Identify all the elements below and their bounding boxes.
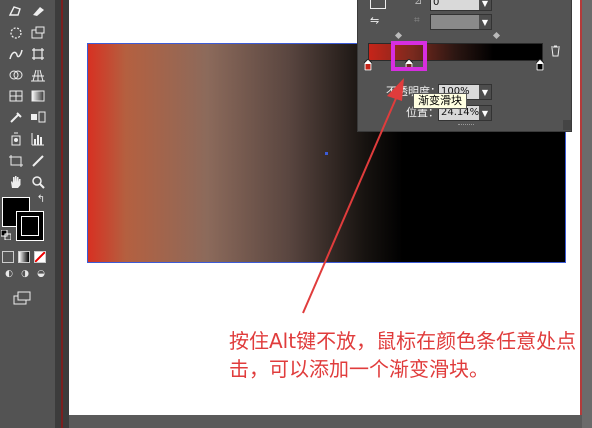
gradient-stop-red[interactable] bbox=[364, 59, 372, 71]
annotation-text: 按住Alt键不放，鼠标在颜色条任意处点击，可以添加一个渐变滑块。 bbox=[229, 329, 577, 381]
ellipse-tool-icon[interactable] bbox=[6, 24, 26, 42]
warp-tool-icon[interactable] bbox=[6, 45, 26, 63]
zoom-tool-icon[interactable] bbox=[28, 173, 48, 191]
default-colors-icon[interactable] bbox=[0, 229, 12, 241]
column-graph-icon[interactable] bbox=[28, 130, 48, 148]
symbol-sprayer-icon[interactable] bbox=[6, 130, 26, 148]
gradient-slider-tooltip: 渐变滑块 bbox=[413, 93, 467, 109]
swap-colors-icon[interactable]: ↰ bbox=[34, 194, 48, 206]
reverse-gradient-icon[interactable]: ⇋ bbox=[370, 14, 379, 27]
eraser-icon[interactable] bbox=[28, 2, 48, 20]
shape-builder-icon[interactable] bbox=[6, 2, 26, 20]
color-mode-button[interactable] bbox=[2, 251, 14, 263]
stroke-color-swatch[interactable] bbox=[16, 211, 44, 241]
rectangle-center-point bbox=[325, 152, 328, 155]
angle-value: 0 bbox=[433, 0, 440, 8]
panel-resize-grip[interactable] bbox=[458, 124, 474, 128]
hand-tool-icon[interactable] bbox=[6, 173, 26, 191]
trash-icon[interactable] bbox=[550, 45, 561, 60]
midpoint-diamond-left[interactable] bbox=[394, 31, 403, 40]
midpoint-diamond-right[interactable] bbox=[492, 31, 501, 40]
shape-builder-tool-icon[interactable] bbox=[6, 66, 26, 84]
tools-panel: ↰ ◐ ◑ ◒ bbox=[0, 0, 55, 428]
eyedropper-icon[interactable] bbox=[6, 108, 26, 126]
blend-tool-icon[interactable] bbox=[28, 108, 48, 126]
panel-resize-corner[interactable] bbox=[563, 120, 571, 130]
chevron-down-icon[interactable]: ▼ bbox=[479, 0, 491, 10]
canvas-bottom-edge bbox=[69, 415, 582, 428]
none-mode-button[interactable] bbox=[34, 251, 46, 263]
draw-normal-icon[interactable]: ◐ bbox=[2, 268, 16, 280]
screen-mode-icon[interactable] bbox=[12, 289, 32, 307]
draw-behind-icon[interactable]: ◑ bbox=[18, 268, 32, 280]
slice-tool-icon[interactable] bbox=[28, 152, 48, 170]
canvas-left-border bbox=[61, 0, 63, 428]
mesh-tool-icon[interactable] bbox=[6, 87, 26, 105]
aspect-ratio-field[interactable]: ▼ bbox=[430, 14, 492, 30]
gradient-thumbnail[interactable] bbox=[370, 0, 386, 9]
chevron-down-icon[interactable]: ▼ bbox=[479, 85, 491, 99]
free-transform-icon[interactable] bbox=[28, 45, 48, 63]
aspect-ratio-icon: ⌗ bbox=[414, 15, 420, 26]
gradient-stop-black[interactable] bbox=[536, 59, 544, 71]
gradient-tool-icon[interactable] bbox=[28, 87, 48, 105]
new-stop-highlight-box bbox=[391, 41, 427, 71]
chevron-down-icon[interactable]: ▼ bbox=[479, 106, 491, 120]
angle-field[interactable]: 0 ▼ bbox=[430, 0, 492, 11]
perspective-grid-icon[interactable] bbox=[28, 66, 48, 84]
gradient-panel: 0 ▼ ⊿ ⇋ ⌗ ▼ 不透明度： 100% ▼ 位置： 24.14% ▼ bbox=[357, 0, 572, 132]
artboard-icon[interactable] bbox=[28, 24, 48, 42]
gradient-mode-button[interactable] bbox=[18, 251, 30, 263]
chevron-down-icon[interactable]: ▼ bbox=[479, 15, 491, 29]
artboard-tool-icon[interactable] bbox=[6, 152, 26, 170]
angle-icon: ⊿ bbox=[414, 0, 423, 7]
draw-inside-icon[interactable]: ◒ bbox=[34, 268, 48, 280]
